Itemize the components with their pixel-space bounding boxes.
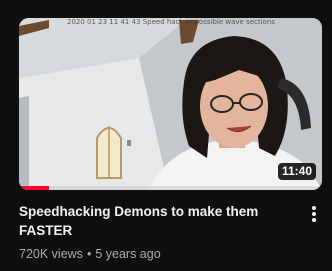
more-vert-icon[interactable]	[306, 204, 322, 224]
duration-badge: 11:40	[277, 162, 316, 180]
thumbnail-caption: 2020 01 23 11 41 43 Speed hack impossibl…	[67, 18, 275, 26]
upload-age: 5 years ago	[95, 247, 161, 261]
watch-progress-bar	[19, 186, 322, 190]
more-dot	[312, 218, 316, 222]
thumbnail-image	[19, 18, 322, 190]
video-title[interactable]: Speedhacking Demons to make them FASTER	[19, 202, 289, 240]
more-dot	[312, 212, 316, 216]
meta-separator: •	[86, 247, 92, 261]
more-dot	[312, 206, 316, 210]
watch-progress-fill	[19, 186, 50, 190]
video-thumbnail[interactable]: 2020 01 23 11 41 43 Speed hack impossibl…	[19, 18, 322, 190]
video-metadata: 720K views • 5 years ago	[19, 247, 161, 261]
video-card[interactable]: 2020 01 23 11 41 43 Speed hack impossibl…	[0, 0, 332, 271]
view-count: 720K views	[19, 247, 83, 261]
